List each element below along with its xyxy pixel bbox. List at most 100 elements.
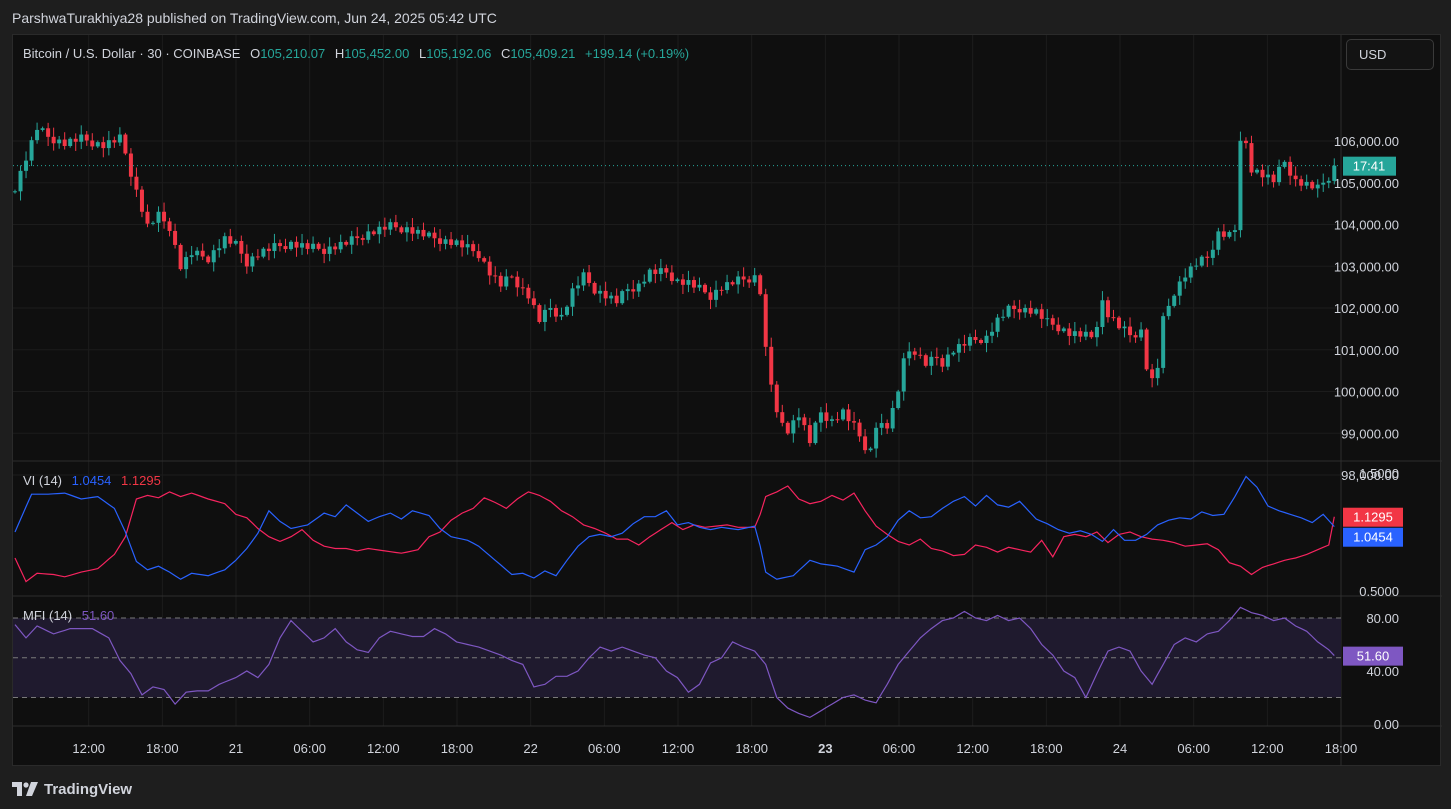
candle-body [620,291,625,304]
tradingview-logo-icon [12,782,38,796]
candle-body [46,128,51,137]
candle-body [587,272,592,283]
candle-body [1161,316,1166,368]
candle-body [1172,295,1177,306]
candle-body [929,356,934,366]
candle-body [101,142,106,149]
candle-body [520,287,525,289]
price-axis-label: 101,000.00 [1334,343,1399,358]
candle-body [371,231,376,235]
candle-body [316,243,321,249]
candlestick-series[interactable] [13,122,1337,458]
candle-body [857,422,862,437]
candle-body [117,134,122,143]
candle-body [967,337,972,346]
candle-body [283,246,288,250]
mfi-axis-label: 40.00 [1366,664,1399,679]
footer: TradingView [12,778,132,800]
candle-body [360,238,365,240]
candle-body [211,250,216,263]
candle-body [570,288,575,307]
vi-axis-label: 0.5000 [1359,584,1399,599]
chart-frame[interactable]: 106,000.00 105,000.00 104,000.00 103,000.00… [12,34,1442,767]
candle-body [173,230,178,245]
mfi-title: MFI (14) [23,608,73,623]
candle-body [73,138,78,142]
candle-body [377,226,382,235]
candle-body [266,248,271,252]
candle-body [979,340,983,344]
candle-body [686,280,691,285]
high-label: H [334,46,345,61]
candle-body [758,275,763,295]
candle-body [18,170,23,192]
candle-body [879,423,884,428]
candle-body [1039,309,1044,319]
candle-body [548,308,553,310]
candle-body [1249,143,1254,173]
candle-body [305,243,310,249]
time-axis-label: 18:00 [1325,741,1358,756]
candle-body [1177,281,1182,296]
candle-body [355,236,360,239]
time-axis-label: 12:00 [367,741,400,756]
vi-plus-value: 1.0454 [71,473,112,488]
candle-body [1122,326,1127,329]
candle-body [178,244,183,270]
candle-body [625,289,630,292]
candle-body [835,419,840,421]
candle-body [951,352,956,355]
candle-body [901,358,906,392]
candle-body [1006,305,1011,317]
chart-canvas[interactable]: 106,000.00 105,000.00 104,000.00 103,000.00… [13,35,1442,767]
symbol-title[interactable]: Bitcoin / U.S. Dollar · 30 · COINBASE [23,46,240,61]
candle-body [542,309,547,322]
candle-body [1017,309,1022,313]
candle-body [796,417,801,421]
candle-body [780,412,785,423]
candle-body [195,250,200,256]
candle-body [1166,305,1171,317]
candle-body [1083,331,1088,337]
candle-body [228,236,233,244]
tradingview-brand[interactable]: TradingView [44,781,132,798]
candle-body [162,211,167,222]
vi-plus-line[interactable] [14,475,1335,580]
candle-body [1050,318,1055,325]
mfi-legend[interactable]: MFI (14) 51.60 [23,608,114,623]
candle-body [62,139,67,147]
vi-legend[interactable]: VI (14) 1.0454 1.1295 [23,473,161,488]
time-axis[interactable]: 12:00 18:00 21 06:00 12:00 18:00 22 06:00 12:00 1… [72,741,1357,756]
candle-body [885,423,890,429]
candle-body [818,412,823,423]
candle-body [719,289,724,291]
candle-body [156,211,161,223]
candle-body [333,246,338,250]
vi-axis-label: 1.5000 [1359,466,1399,481]
mfi-axis-label: 0.00 [1374,717,1399,732]
candle-body [631,289,636,292]
currency-button[interactable]: USD [1346,39,1434,70]
time-axis-label: 18:00 [146,741,179,756]
candle-body [647,269,652,282]
candle-body [338,241,343,250]
candle-body [250,256,255,267]
candle-body [255,256,260,258]
vi-plus-badge-text: 1.0454 [1353,530,1393,545]
candle-body [421,229,426,237]
candle-body [1023,307,1028,313]
candle-body [487,261,492,276]
publication-header: ParshwaTurakhiya28 published on TradingV… [0,0,1451,34]
candle-body [95,142,100,147]
candle-body [829,419,834,421]
candle-body [233,240,238,244]
candle-body [476,251,481,259]
candle-body [35,129,40,141]
candle-body [217,248,222,251]
candle-body [471,244,476,252]
vi-minus-line[interactable] [14,485,1335,583]
mfi-value: 51.60 [81,608,115,623]
candle-body [1271,174,1276,183]
candle-body [189,255,194,258]
time-axis-label: 21 [229,741,243,756]
